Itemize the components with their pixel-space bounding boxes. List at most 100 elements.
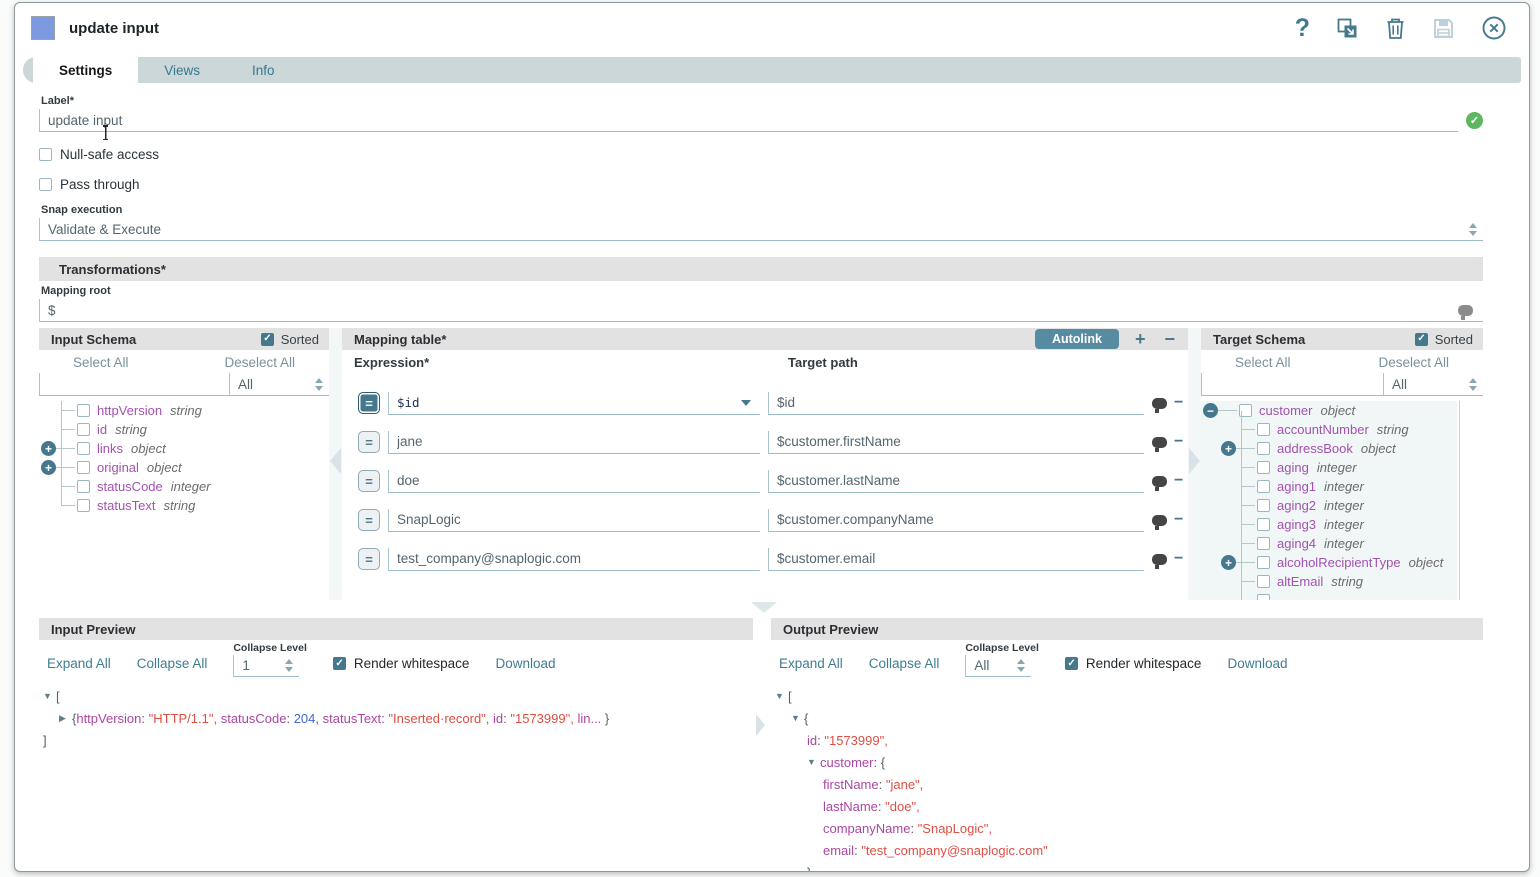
target-path-input[interactable] (769, 551, 1144, 566)
target-sorted-checkbox[interactable] (1415, 333, 1428, 346)
collapse-preview-icon[interactable] (751, 602, 777, 613)
expand-plus-icon[interactable]: + (1221, 555, 1236, 570)
remove-row-button[interactable]: − (1161, 330, 1178, 348)
label-input[interactable] (40, 113, 1458, 128)
target-path-input[interactable] (769, 395, 1144, 410)
null-safe-checkbox[interactable] (39, 148, 52, 161)
output-render-whitespace-checkbox[interactable] (1065, 657, 1078, 670)
output-collapse-level-input[interactable] (966, 658, 1017, 673)
tree-item-checkbox[interactable] (1257, 423, 1270, 436)
collapse-node-icon[interactable]: ▼ (43, 691, 56, 701)
input-expand-all-link[interactable]: Expand All (47, 656, 111, 671)
collapse-right-icon[interactable] (1189, 448, 1200, 474)
select-spinner-icon[interactable] (1469, 378, 1477, 391)
save-icon[interactable] (1432, 17, 1455, 40)
expression-input[interactable] (389, 551, 760, 566)
target-path-input[interactable] (769, 473, 1144, 488)
expand-plus-icon[interactable]: + (41, 441, 56, 456)
input-collapse-level-input[interactable] (234, 658, 285, 673)
comment-bubble-icon[interactable] (1152, 476, 1167, 487)
delete-row-icon[interactable]: − (1174, 512, 1183, 528)
pass-through-checkbox[interactable] (39, 178, 52, 191)
input-schema-type-value[interactable] (230, 377, 315, 392)
delete-icon[interactable] (1385, 17, 1406, 40)
export-icon[interactable] (1336, 17, 1359, 40)
target-deselect-all-link[interactable]: Deselect All (1378, 355, 1449, 370)
input-schema-type-filter[interactable] (229, 373, 329, 396)
tree-item-checkbox[interactable] (1257, 461, 1270, 474)
tree-item-checkbox[interactable] (1257, 575, 1270, 588)
expression-toggle-button[interactable]: = (358, 431, 380, 453)
delete-row-icon[interactable]: − (1174, 473, 1183, 489)
tree-item-checkbox[interactable] (77, 461, 90, 474)
expand-plus-icon[interactable]: + (41, 460, 56, 475)
expression-input[interactable] (389, 512, 760, 527)
target-path-input[interactable] (769, 512, 1144, 527)
comment-bubble-icon[interactable] (1152, 398, 1167, 409)
target-select-all-link[interactable]: Select All (1235, 355, 1291, 370)
expression-input[interactable] (389, 395, 741, 410)
close-icon[interactable] (1481, 15, 1507, 41)
expression-toggle-button[interactable]: = (358, 548, 380, 570)
select-spinner-icon[interactable] (315, 378, 323, 391)
tree-item-checkbox[interactable] (1257, 442, 1270, 455)
autolink-button[interactable]: Autolink (1035, 329, 1119, 349)
output-download-link[interactable]: Download (1227, 656, 1287, 671)
input-render-whitespace-checkbox[interactable] (333, 657, 346, 670)
comment-bubble-icon[interactable] (1458, 305, 1473, 316)
expression-toggle-button[interactable]: = (358, 509, 380, 531)
help-icon[interactable]: ? (1295, 16, 1310, 41)
target-schema-type-value[interactable] (1384, 377, 1469, 392)
input-collapse-all-link[interactable]: Collapse All (137, 656, 208, 671)
select-spinner-icon[interactable] (1469, 223, 1477, 236)
expression-toggle-button[interactable]: = (358, 470, 380, 492)
tree-scrollbar[interactable] (1459, 401, 1466, 600)
input-download-link[interactable]: Download (495, 656, 555, 671)
collapse-left-icon[interactable] (330, 448, 341, 474)
input-sorted-checkbox[interactable] (261, 333, 274, 346)
tab-settings[interactable]: Settings (33, 57, 138, 83)
collapse-minus-icon[interactable]: − (1203, 403, 1218, 418)
target-schema-type-filter[interactable] (1383, 373, 1483, 396)
snap-execution-value[interactable] (40, 222, 1469, 237)
add-row-button[interactable]: + (1132, 330, 1149, 348)
tree-item-checkbox[interactable] (77, 499, 90, 512)
output-collapse-all-link[interactable]: Collapse All (869, 656, 940, 671)
collapse-node-icon[interactable]: ▼ (807, 757, 820, 767)
expand-node-icon[interactable]: ▶ (59, 713, 72, 724)
tab-info[interactable]: Info (226, 57, 301, 83)
expression-dropdown-icon[interactable] (741, 400, 751, 406)
tree-item-checkbox[interactable] (77, 442, 90, 455)
delete-row-icon[interactable]: − (1174, 434, 1183, 450)
tree-item-checkbox[interactable] (1257, 537, 1270, 550)
tree-item-checkbox[interactable] (77, 404, 90, 417)
target-path-input[interactable] (769, 434, 1144, 449)
input-schema-search-input[interactable] (40, 377, 229, 392)
tab-views[interactable]: Views (138, 57, 226, 83)
collapse-node-icon[interactable]: ▼ (775, 691, 788, 701)
input-collapse-level-field[interactable] (233, 655, 299, 677)
collapse-output-icon[interactable] (756, 714, 765, 736)
output-expand-all-link[interactable]: Expand All (779, 656, 843, 671)
mapping-root-input[interactable] (40, 303, 1458, 318)
input-deselect-all-link[interactable]: Deselect All (224, 355, 295, 370)
spinner-icon[interactable] (285, 659, 293, 672)
comment-bubble-icon[interactable] (1152, 437, 1167, 448)
comment-bubble-icon[interactable] (1152, 554, 1167, 565)
snap-execution-select[interactable] (39, 218, 1483, 241)
comment-bubble-icon[interactable] (1152, 515, 1167, 526)
tree-item-checkbox[interactable] (77, 480, 90, 493)
tree-item-checkbox[interactable] (1257, 556, 1270, 569)
expression-input[interactable] (389, 434, 760, 449)
spinner-icon[interactable] (1017, 659, 1025, 672)
delete-row-icon[interactable]: − (1174, 395, 1183, 411)
tree-item-checkbox[interactable] (1257, 518, 1270, 531)
input-select-all-link[interactable]: Select All (73, 355, 129, 370)
collapse-node-icon[interactable]: ▼ (791, 713, 804, 723)
tree-item-checkbox[interactable] (1257, 499, 1270, 512)
output-collapse-level-field[interactable] (965, 655, 1031, 677)
tree-item-checkbox[interactable] (1257, 480, 1270, 493)
tree-item-checkbox[interactable] (77, 423, 90, 436)
expression-toggle-button[interactable]: = (358, 392, 380, 414)
delete-row-icon[interactable]: − (1174, 551, 1183, 567)
